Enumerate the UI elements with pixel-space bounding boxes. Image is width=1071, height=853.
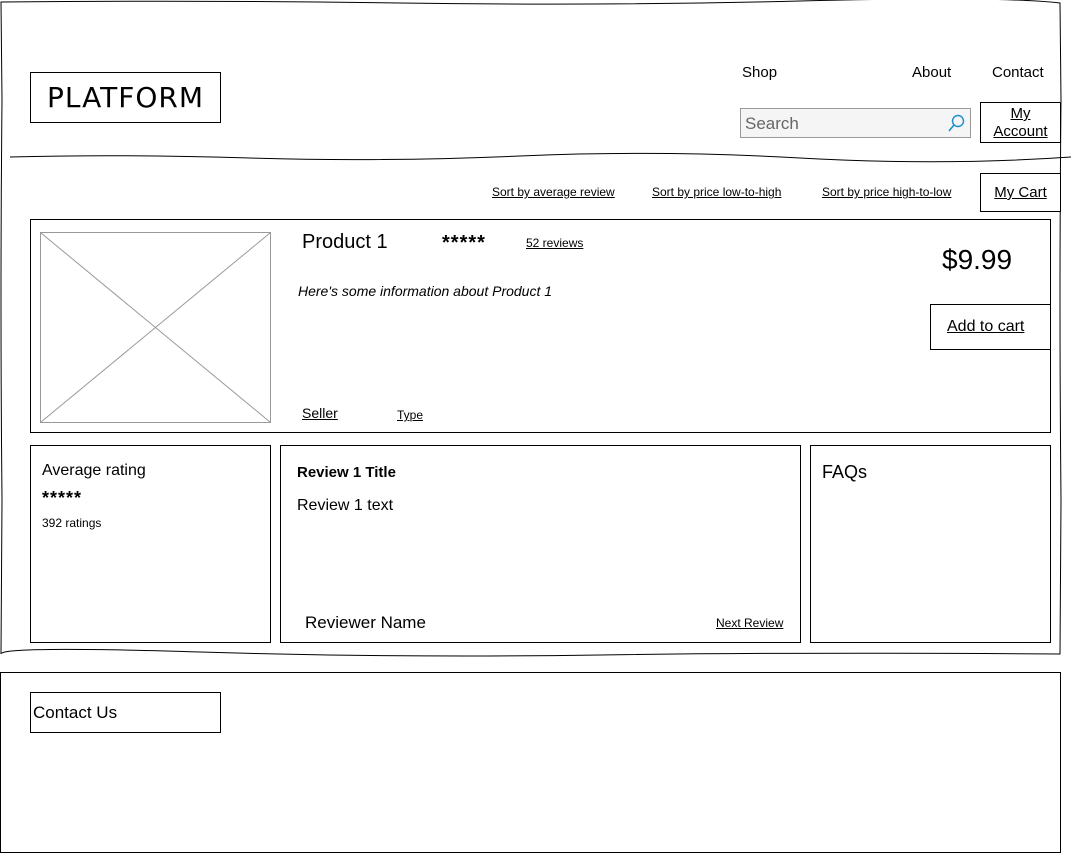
seller-link[interactable]: Seller [302, 405, 338, 421]
search-icon[interactable] [946, 113, 966, 133]
faq-title[interactable]: FAQs [822, 462, 867, 483]
review-text: Review 1 text [297, 497, 394, 514]
average-rating-stars: ***** [42, 488, 83, 508]
sort-price-low-high-link[interactable]: Sort by price low-to-high [652, 185, 781, 199]
nav-contact[interactable]: Contact [992, 64, 1044, 81]
type-link[interactable]: Type [397, 408, 423, 422]
contact-us-button[interactable]: Contact Us [30, 692, 221, 733]
sort-by-review-link[interactable]: Sort by average review [492, 185, 615, 199]
nav-shop[interactable]: Shop [742, 64, 777, 81]
product-reviews-link[interactable]: 52 reviews [526, 236, 583, 250]
my-cart-button[interactable]: My Cart [980, 173, 1061, 212]
logo[interactable]: PLATFORM [30, 72, 221, 123]
my-account-button[interactable]: My Account [980, 102, 1061, 143]
product-image-placeholder[interactable] [40, 232, 271, 423]
search-input[interactable] [741, 109, 947, 139]
sort-price-high-low-link[interactable]: Sort by price high-to-low [822, 185, 951, 199]
product-price: $9.99 [942, 244, 1013, 275]
review-title: Review 1 Title [297, 464, 396, 481]
header-divider [9, 152, 1071, 163]
reviewer-name: Reviewer Name [305, 613, 426, 632]
average-rating-title: Average rating [42, 462, 146, 479]
my-account-label-line1: My [1010, 105, 1031, 122]
nav-about[interactable]: About [912, 64, 951, 81]
product-description: Here's some information about Product 1 [298, 283, 553, 299]
my-account-label-line2: Account [993, 123, 1048, 140]
add-to-cart-button[interactable]: Add to cart [930, 304, 1051, 350]
product-star-rating: ***** [442, 232, 486, 254]
ratings-count: 392 ratings [42, 516, 102, 530]
next-review-link[interactable]: Next Review [716, 616, 783, 630]
search-box [740, 108, 971, 139]
product-name[interactable]: Product 1 [302, 231, 388, 254]
